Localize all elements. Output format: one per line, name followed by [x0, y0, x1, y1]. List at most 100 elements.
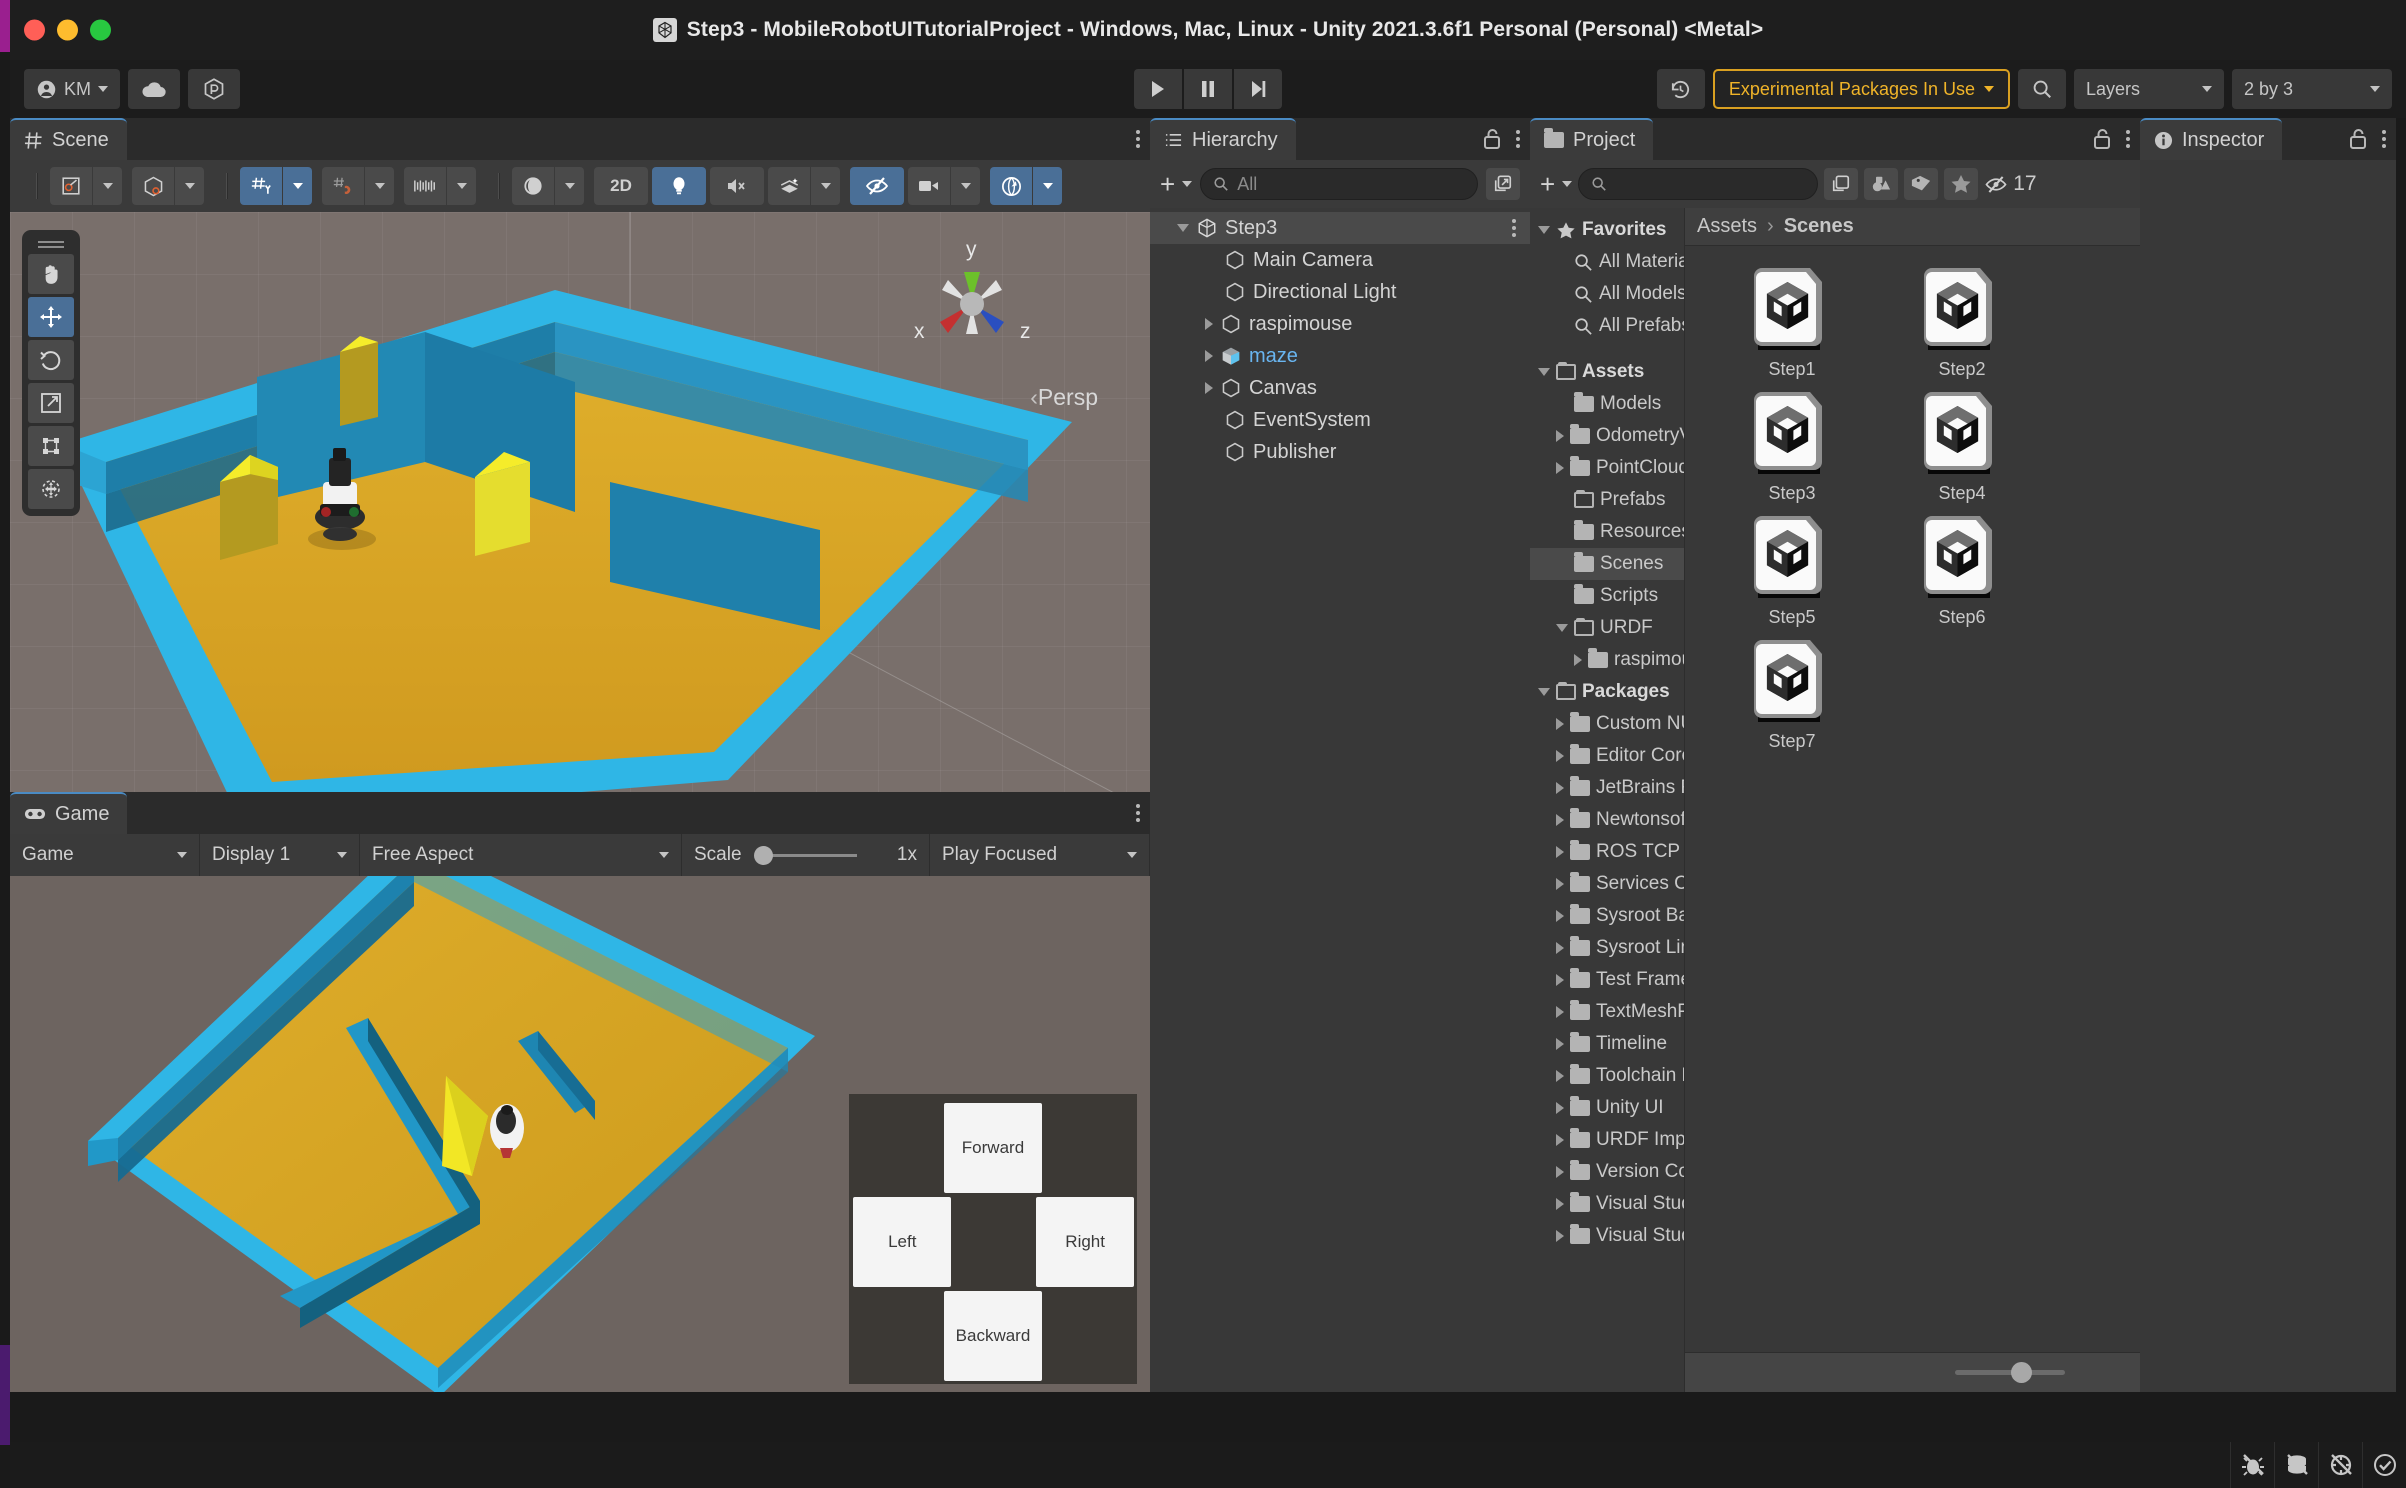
- lighting-toggle-button[interactable]: [652, 167, 706, 205]
- fx-toggle-button[interactable]: [768, 167, 810, 205]
- hierarchy-menu-icon[interactable]: [1516, 130, 1520, 148]
- draw-mode-group[interactable]: [50, 167, 122, 205]
- chevron-right-icon[interactable]: [1205, 350, 1213, 362]
- favorites-button[interactable]: [1944, 168, 1979, 200]
- gizmos-toggle-button[interactable]: [990, 167, 1032, 205]
- audio-toggle-button[interactable]: [710, 167, 764, 205]
- chevron-right-icon[interactable]: [1205, 382, 1213, 394]
- grid-snap-button[interactable]: [240, 167, 282, 205]
- project-menu-icon[interactable]: [2126, 130, 2130, 148]
- project-tree-item-visual-studi[interactable]: Visual Studi: [1530, 1220, 1684, 1252]
- hierarchy-item-maze[interactable]: maze: [1150, 340, 1530, 372]
- lock-open-icon[interactable]: [2348, 128, 2368, 150]
- breadcrumb[interactable]: Assets › Scenes: [1685, 208, 2140, 246]
- object-mode-dropdown[interactable]: [174, 167, 204, 205]
- search-button[interactable]: [2018, 69, 2066, 109]
- breadcrumb-item-assets[interactable]: Assets: [1697, 215, 1757, 238]
- asset-item-step3[interactable]: Step3: [1707, 388, 1877, 510]
- project-tree-item-raspimou[interactable]: raspimou: [1530, 644, 1684, 676]
- chevron-right-icon[interactable]: [1556, 718, 1564, 730]
- asset-item-step7[interactable]: Step7: [1707, 636, 1877, 758]
- hierarchy-item-main-camera[interactable]: Main Camera: [1150, 244, 1530, 276]
- scene-viewport[interactable]: y x z ‹Persp: [10, 212, 1150, 792]
- hierarchy-item-canvas[interactable]: Canvas: [1150, 372, 1530, 404]
- account-button[interactable]: KM: [24, 69, 120, 109]
- project-tree-item-ros-tcp-c[interactable]: ROS TCP C: [1530, 836, 1684, 868]
- chevron-right-icon[interactable]: [1556, 782, 1564, 794]
- project-tree-item-textmeshpr[interactable]: TextMeshPr: [1530, 996, 1684, 1028]
- cache-server-muted-icon[interactable]: [2274, 1442, 2318, 1488]
- zoom-slider-track[interactable]: [1955, 1362, 2065, 1383]
- project-tree-item-newtonsoft[interactable]: Newtonsoft: [1530, 804, 1684, 836]
- chevron-right-icon[interactable]: [1556, 1134, 1564, 1146]
- project-tree-item-models[interactable]: Models: [1530, 388, 1684, 420]
- layers-dropdown[interactable]: Layers: [2074, 69, 2224, 109]
- vertex-snap-group[interactable]: [322, 167, 394, 205]
- project-tree-item-version-con[interactable]: Version Con: [1530, 1156, 1684, 1188]
- project-tree-item-sysroot-linu[interactable]: Sysroot Linu: [1530, 932, 1684, 964]
- chevron-right-icon[interactable]: [1556, 430, 1564, 442]
- pause-button[interactable]: [1184, 69, 1232, 109]
- camera-toggle-button[interactable]: [908, 167, 950, 205]
- camera-dropdown[interactable]: [950, 167, 980, 205]
- left-button[interactable]: Left: [853, 1196, 952, 1287]
- move-tool-button[interactable]: [28, 297, 74, 337]
- undo-history-button[interactable]: [1656, 69, 1705, 109]
- layout-dropdown[interactable]: 2 by 3: [2232, 69, 2392, 109]
- draw-mode-button[interactable]: [50, 167, 92, 205]
- hierarchy-item-eventsystem[interactable]: EventSystem: [1150, 404, 1530, 436]
- grid-snap-group[interactable]: [240, 167, 312, 205]
- project-tree-item-pointcloud[interactable]: PointCloud: [1530, 452, 1684, 484]
- chevron-right-icon[interactable]: [1556, 750, 1564, 762]
- project-folder-tree[interactable]: Favorites All Materials All Models All Pref…: [1530, 208, 1685, 1392]
- chevron-right-icon[interactable]: [1556, 910, 1564, 922]
- experimental-packages-button[interactable]: Experimental Packages In Use: [1712, 69, 2010, 109]
- hierarchy-item-step3[interactable]: Step3: [1150, 212, 1530, 244]
- window-controls[interactable]: [24, 19, 111, 41]
- 2d-toggle-button[interactable]: 2D: [594, 167, 648, 205]
- hierarchy-add-button[interactable]: +: [1160, 169, 1193, 200]
- gizmos-dropdown[interactable]: [1032, 167, 1062, 205]
- fx-dropdown[interactable]: [810, 167, 840, 205]
- transform-tool-button[interactable]: [28, 469, 74, 509]
- shading-mode-group[interactable]: [512, 167, 584, 205]
- plastic-scm-button[interactable]: [188, 69, 240, 109]
- shading-mode-button[interactable]: [512, 167, 554, 205]
- project-expand-button[interactable]: [1824, 168, 1859, 200]
- vertex-snap-dropdown[interactable]: [364, 167, 394, 205]
- project-tree-item-sysroot-bas[interactable]: Sysroot Bas: [1530, 900, 1684, 932]
- project-tree-item-urdf-impor[interactable]: URDF Impor: [1530, 1124, 1684, 1156]
- asset-item-step2[interactable]: Step2: [1877, 264, 2047, 386]
- scene-orientation-gizmo[interactable]: y x z: [910, 238, 1035, 367]
- object-mode-button[interactable]: [132, 167, 174, 205]
- tab-inspector[interactable]: Inspector: [2140, 118, 2283, 160]
- forward-button[interactable]: Forward: [944, 1102, 1042, 1193]
- project-add-button[interactable]: +: [1540, 169, 1573, 200]
- project-tree-item-scripts[interactable]: Scripts: [1530, 580, 1684, 612]
- align-tools-dropdown[interactable]: [446, 167, 476, 205]
- camera-group[interactable]: [908, 167, 980, 205]
- scene-perspective-label[interactable]: ‹Persp: [1030, 384, 1098, 411]
- zoom-slider-knob[interactable]: [2011, 1362, 2032, 1383]
- backward-button[interactable]: Backward: [944, 1291, 1042, 1382]
- tab-scene[interactable]: Scene: [10, 118, 127, 160]
- project-tree-item-services-co[interactable]: Services Co: [1530, 868, 1684, 900]
- project-tree-item-unity-ui[interactable]: Unity UI: [1530, 1092, 1684, 1124]
- project-tree-item-jetbrains-ri[interactable]: JetBrains Ri: [1530, 772, 1684, 804]
- project-tree-item-editor-corou[interactable]: Editor Corou: [1530, 740, 1684, 772]
- project-tree-item-all-prefabs[interactable]: All Prefabs: [1530, 310, 1684, 342]
- tab-game[interactable]: Game: [10, 792, 128, 834]
- check-circle-icon[interactable]: [2362, 1442, 2406, 1488]
- chevron-right-icon[interactable]: [1556, 1102, 1564, 1114]
- game-menu-icon[interactable]: [1136, 804, 1140, 822]
- project-tree-item-resources[interactable]: Resources: [1530, 516, 1684, 548]
- hierarchy-item-directional-light[interactable]: Directional Light: [1150, 276, 1530, 308]
- draw-mode-dropdown[interactable]: [92, 167, 122, 205]
- chevron-right-icon[interactable]: [1556, 878, 1564, 890]
- asset-zoom-slider[interactable]: [1685, 1352, 2140, 1392]
- maximize-button[interactable]: [90, 19, 111, 41]
- game-scale-slider[interactable]: Scale 1x: [682, 834, 930, 876]
- debug-bug-muted-icon[interactable]: [2230, 1442, 2274, 1488]
- scale-tool-button[interactable]: [28, 383, 74, 423]
- chevron-right-icon[interactable]: [1556, 814, 1564, 826]
